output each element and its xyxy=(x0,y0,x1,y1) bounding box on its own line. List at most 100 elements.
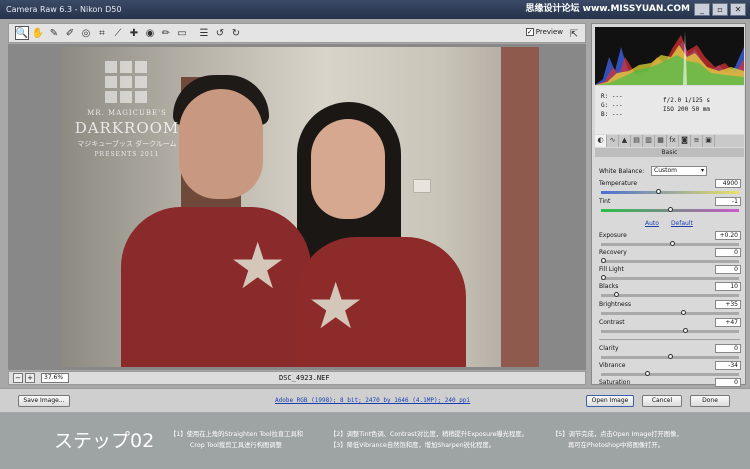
tint-value[interactable]: -1 xyxy=(715,197,741,206)
logo-line-2: DARKROOM xyxy=(74,119,180,137)
photo-door-frame xyxy=(501,47,539,367)
color-sampler-icon[interactable]: ✐ xyxy=(63,26,77,40)
adjustment-brush-icon[interactable]: ✏ xyxy=(159,26,173,40)
zoom-out-icon[interactable]: − xyxy=(13,373,23,383)
toolbar: 🔍 ✋ ✎ ✐ ◎ ⌗ ⟋ ✚ ◉ ✏ ▭ ☰ ↺ ↻ ✓ Preview ⇱ xyxy=(8,23,586,43)
done-button[interactable]: Done xyxy=(690,395,730,407)
note-3-line-2: 再可在Photoshop中将图像打开。 xyxy=(568,442,665,449)
section-title: Basic xyxy=(595,148,744,157)
auto-link[interactable]: Auto xyxy=(645,220,659,227)
target-adjust-icon[interactable]: ◎ xyxy=(79,26,93,40)
rgb-values: R: --- G: --- B: --- xyxy=(601,92,623,119)
slider-thumb[interactable] xyxy=(680,310,686,315)
note-2-line-1: 【2】调整Tint色调、Contrast对比度，稍稍提升Exposure曝光程度… xyxy=(330,431,528,438)
zoom-icon[interactable]: 🔍 xyxy=(15,26,29,40)
shirt-star-icon: ★ xyxy=(307,270,365,344)
preview-status-bar: − + 37.6% DSC_4923.NEF xyxy=(8,371,586,385)
histogram xyxy=(595,27,744,85)
close-button[interactable]: ✕ xyxy=(730,3,746,16)
tab-presets-icon[interactable]: ≡ xyxy=(691,135,703,147)
zoom-level-select[interactable]: 37.6% xyxy=(41,373,69,383)
step-title: ステップ02 xyxy=(54,430,155,452)
iso-focal: ISO 200 50 mm xyxy=(663,106,710,113)
tab-tone-curve-icon[interactable]: ∿ xyxy=(607,135,619,147)
slider-thumb[interactable] xyxy=(644,371,650,376)
temperature-value[interactable]: 4900 xyxy=(715,179,741,188)
camera-raw-window: Camera Raw 6.3 - Nikon D50 思缘设计论坛 www.MI… xyxy=(0,0,750,469)
white-balance-icon[interactable]: ✎ xyxy=(47,26,61,40)
tab-basic-icon[interactable]: ◐ xyxy=(595,135,607,147)
site-watermark: 思缘设计论坛 www.MISSYUAN.COM xyxy=(525,4,690,14)
logo-line-1: MR. MAGICUBE'S xyxy=(87,109,167,117)
camera-info: f/2.0 1/125 s ISO 200 50 mm xyxy=(663,96,710,114)
preview-label: Preview xyxy=(535,28,563,36)
white-balance-label: White Balance: xyxy=(599,168,645,175)
tab-camera-calibration-icon[interactable]: ◙ xyxy=(679,135,691,147)
pixel-readout: R: --- G: --- B: --- f/2.0 1/125 s ISO 2… xyxy=(595,86,744,134)
slider-thumb[interactable] xyxy=(601,258,606,263)
photo-light-switch xyxy=(413,179,431,193)
action-bar: Save Image... Adobe RGB (1998); 8 bit; 2… xyxy=(0,388,750,412)
hand-icon[interactable]: ✋ xyxy=(31,26,45,40)
slider-thumb[interactable] xyxy=(667,354,673,359)
fullscreen-icon[interactable]: ⇱ xyxy=(567,27,581,41)
default-link[interactable]: Default xyxy=(671,220,693,227)
note-1-line-2: Crop Tool裁剪工具进行构图调整 xyxy=(190,442,282,449)
zoom-buttons: − + xyxy=(13,373,35,383)
slider-thumb[interactable] xyxy=(667,207,673,212)
tab-snapshots-icon[interactable]: ▣ xyxy=(703,135,715,147)
b-value: B: --- xyxy=(601,111,623,118)
g-value: G: --- xyxy=(601,102,623,109)
graduated-filter-icon[interactable]: ▭ xyxy=(175,26,189,40)
crop-icon[interactable]: ⌗ xyxy=(95,26,109,40)
rotate-ccw-icon[interactable]: ↺ xyxy=(213,26,227,40)
open-image-button[interactable]: Open Image xyxy=(586,395,634,407)
darkroom-logo: MR. MAGICUBE'S DARKROOM マジキューブッス ダークルーム … xyxy=(71,61,183,158)
note-3-line-1: 【5】调节完成，点击Open Image打开图像， xyxy=(552,431,683,438)
shirt-star-icon: ★ xyxy=(229,230,287,304)
preferences-icon[interactable]: ☰ xyxy=(197,26,211,40)
tab-effects-icon[interactable]: fx xyxy=(667,135,679,147)
logo-line-4: PRESENTS 2011 xyxy=(94,151,160,158)
r-value: R: --- xyxy=(601,93,623,100)
slider-thumb[interactable] xyxy=(601,275,606,280)
adjustments-panel: R: --- G: --- B: --- f/2.0 1/125 s ISO 2… xyxy=(591,23,746,393)
photo-man-face xyxy=(179,89,263,199)
red-eye-icon[interactable]: ◉ xyxy=(143,26,157,40)
tab-lens-icon[interactable]: ▦ xyxy=(655,135,667,147)
note-1-line-1: 【1】使用在上角的Straighten Tool拉直工具和 xyxy=(170,431,304,438)
aperture-shutter: f/2.0 1/125 s xyxy=(663,97,710,104)
tab-hsl-icon[interactable]: ▤ xyxy=(631,135,643,147)
chevron-down-icon: ▾ xyxy=(700,167,704,174)
image-preview-area[interactable]: ★ ★ MR. MAGICUBE'S DARKROOM マジキューブッス ダーク… xyxy=(8,44,586,370)
rotate-cw-icon[interactable]: ↻ xyxy=(229,26,243,40)
workflow-options-link[interactable]: Adobe RGB (1998); 8 bit; 2470 by 1646 (4… xyxy=(275,397,470,404)
logo-line-3: マジキューブッス ダークルーム xyxy=(77,140,177,148)
cancel-button[interactable]: Cancel xyxy=(642,395,682,407)
tab-split-toning-icon[interactable]: ▥ xyxy=(643,135,655,147)
tutorial-footer: ステップ02 【1】使用在上角的Straighten Tool拉直工具和 Cro… xyxy=(0,413,750,469)
slider-thumb[interactable] xyxy=(655,189,661,194)
maximize-button[interactable]: ▫ xyxy=(712,3,728,16)
note-2-line-2: 【3】降低Vibrance自然饱和度，增加Sharpen锐化程度。 xyxy=(330,442,496,449)
straighten-icon[interactable]: ⟋ xyxy=(111,26,125,40)
window-controls: _ ▫ ✕ xyxy=(694,3,746,16)
preview-toggle[interactable]: ✓ Preview xyxy=(525,28,563,36)
auto-default-links: Auto Default xyxy=(645,220,705,227)
title-bar: Camera Raw 6.3 - Nikon D50 思缘设计论坛 www.MI… xyxy=(0,0,750,19)
zoom-in-icon[interactable]: + xyxy=(25,373,35,383)
file-name: DSC_4923.NEF xyxy=(279,374,330,382)
minimize-button[interactable]: _ xyxy=(694,3,710,16)
photo-woman-face xyxy=(311,119,385,219)
histogram-graph xyxy=(595,31,744,85)
preview-checkbox[interactable]: ✓ xyxy=(525,28,534,36)
panel-tabs: ◐ ∿ ▲ ▤ ▥ ▦ fx ◙ ≡ ▣ xyxy=(595,135,744,147)
tab-detail-icon[interactable]: ▲ xyxy=(619,135,631,147)
save-image-button[interactable]: Save Image... xyxy=(18,395,70,407)
logo-grid-icon xyxy=(105,61,149,103)
photo-preview[interactable]: ★ ★ MR. MAGICUBE'S DARKROOM マジキューブッス ダーク… xyxy=(61,47,539,367)
divider xyxy=(599,339,740,340)
spot-removal-icon[interactable]: ✚ xyxy=(127,26,141,40)
window-title: Camera Raw 6.3 - Nikon D50 xyxy=(6,5,122,14)
white-balance-select[interactable]: Custom ▾ xyxy=(651,166,707,176)
